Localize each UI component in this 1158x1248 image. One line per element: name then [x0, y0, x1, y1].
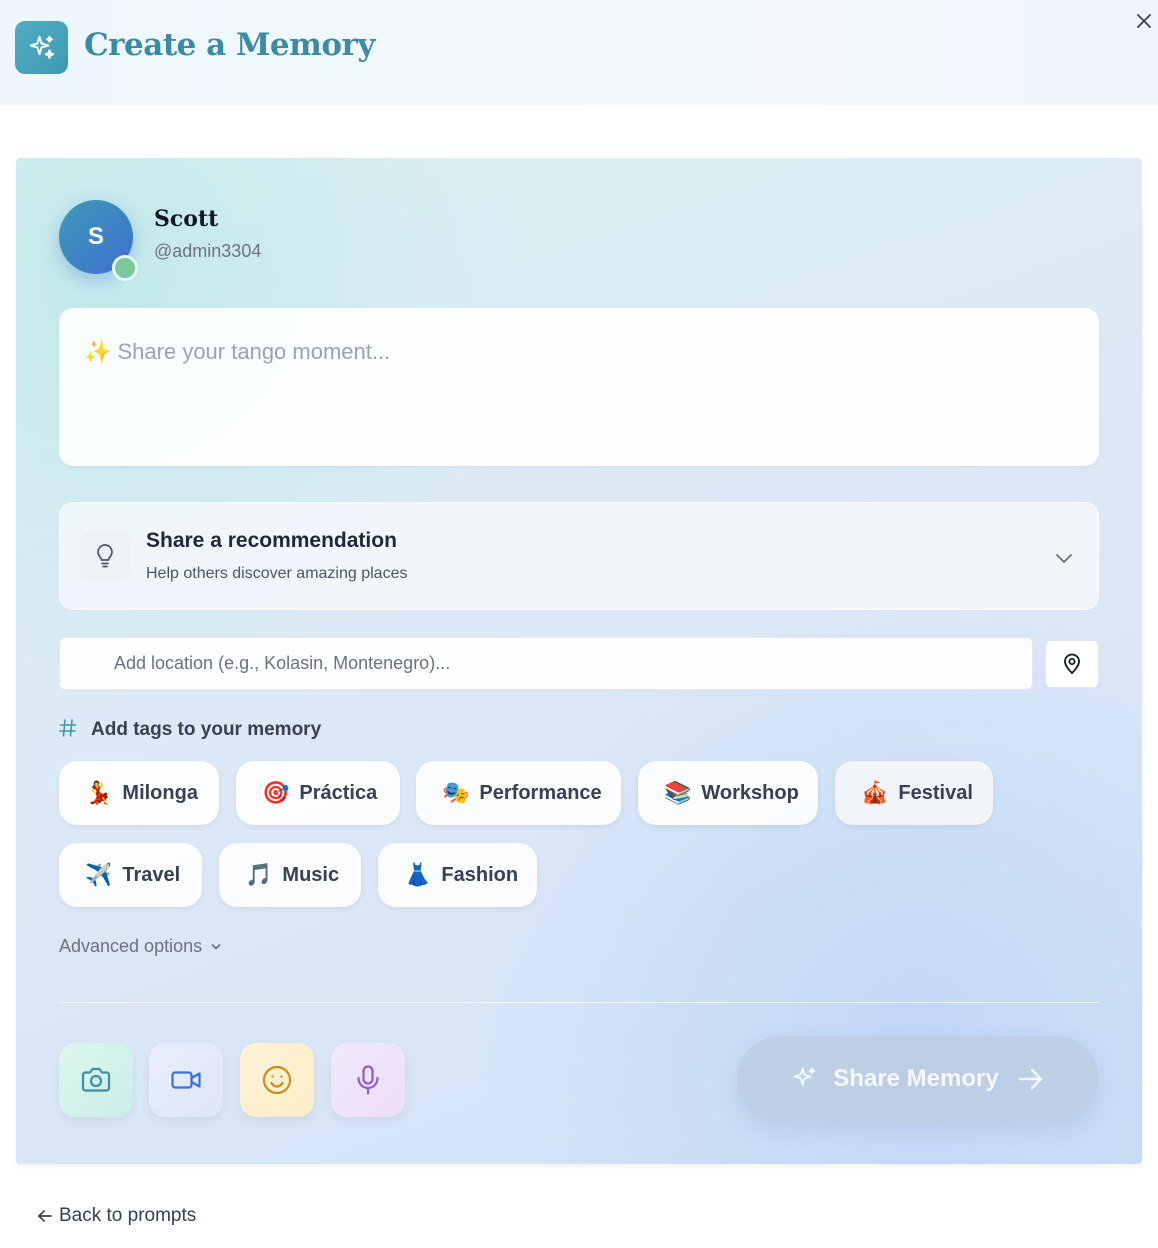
back-to-prompts-link[interactable]: Back to prompts [37, 1205, 196, 1227]
dancer-icon: 💃 [85, 780, 113, 806]
recommendation-title: Share a recommendation [146, 529, 397, 552]
sparkles-icon [15, 21, 68, 74]
camera-icon [81, 1067, 111, 1092]
tag-festival[interactable]: 🎪 Festival [835, 761, 993, 825]
hash-icon [59, 718, 79, 742]
tag-label: Travel [122, 863, 181, 886]
tag-label: Fashion [441, 863, 519, 886]
camera-button[interactable] [59, 1043, 133, 1117]
tag-label: Milonga [122, 781, 198, 804]
user-name: Scott [154, 206, 219, 232]
arrow-right-icon [1018, 1068, 1043, 1090]
memory-text-input[interactable] [60, 309, 1098, 465]
chevron-down-icon [211, 943, 221, 949]
tag-milonga[interactable]: 💃 Milonga [59, 761, 219, 825]
advanced-options-toggle[interactable]: Advanced options [59, 936, 222, 957]
user-handle: @admin3304 [154, 241, 262, 261]
share-memory-button[interactable]: Share Memory [737, 1036, 1099, 1122]
video-icon [171, 1071, 201, 1089]
sparkles-icon [793, 1067, 816, 1086]
modal-header: Create a Memory [0, 0, 1158, 105]
smile-icon [262, 1065, 292, 1095]
memory-text-container [59, 308, 1099, 466]
emoji-button[interactable] [240, 1043, 314, 1117]
tag-music[interactable]: 🎵 Music [219, 843, 361, 907]
advanced-options-label: Advanced options [59, 936, 203, 956]
close-icon[interactable] [1133, 10, 1155, 32]
tag-label: Music [282, 863, 340, 886]
books-icon: 📚 [664, 780, 692, 806]
recommendation-subtitle: Help others discover amazing places [146, 565, 408, 582]
map-pin-icon[interactable] [1045, 640, 1099, 688]
tags-header: Add tags to your memory [59, 718, 321, 742]
avatar-initial: S [87, 223, 104, 250]
dress-icon: 👗 [404, 862, 432, 888]
masks-icon: 🎭 [442, 780, 470, 806]
arrow-left-icon [38, 1210, 52, 1222]
tag-practica[interactable]: 🎯 Práctica [236, 761, 400, 825]
circus-tent-icon: 🎪 [861, 780, 889, 806]
voice-button[interactable] [331, 1043, 405, 1117]
tag-label: Festival [898, 781, 973, 804]
tag-fashion[interactable]: 👗 Fashion [378, 843, 537, 907]
airplane-icon: ✈️ [85, 862, 113, 888]
back-link-label: Back to prompts [59, 1205, 197, 1226]
divider [59, 1002, 1099, 1003]
tag-label: Performance [479, 781, 602, 804]
tag-label: Workshop [701, 781, 799, 804]
page-title: Create a Memory [84, 27, 375, 63]
memory-composer-card: S Scott @admin3304 Share a recommendatio… [16, 158, 1142, 1164]
video-button[interactable] [149, 1043, 223, 1117]
target-icon: 🎯 [262, 780, 290, 806]
chevron-down-icon [1053, 547, 1075, 569]
tag-performance[interactable]: 🎭 Performance [416, 761, 621, 825]
recommendation-toggle[interactable]: Share a recommendation Help others disco… [59, 502, 1099, 610]
tag-label: Práctica [299, 781, 378, 804]
share-memory-label: Share Memory [833, 1065, 999, 1092]
location-field [59, 637, 1033, 690]
tag-workshop[interactable]: 📚 Workshop [638, 761, 818, 825]
tags-label: Add tags to your memory [91, 719, 322, 740]
microphone-icon [357, 1065, 379, 1095]
music-note-icon: 🎵 [245, 862, 273, 888]
tag-travel[interactable]: ✈️ Travel [59, 843, 202, 907]
lightbulb-icon [80, 531, 130, 581]
location-input[interactable] [60, 638, 1032, 689]
online-status-dot [112, 255, 138, 281]
